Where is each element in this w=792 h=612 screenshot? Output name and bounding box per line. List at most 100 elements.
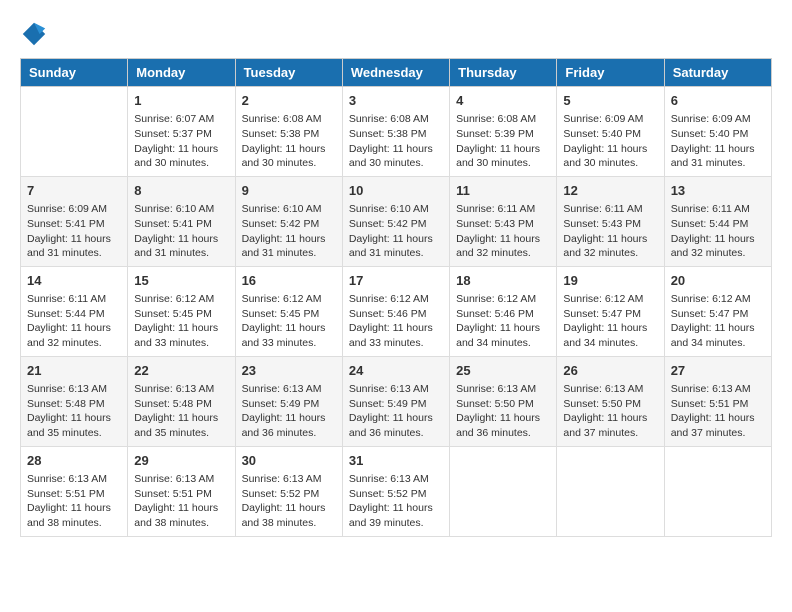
day-header-sunday: Sunday	[21, 59, 128, 87]
day-cell: 30Sunrise: 6:13 AM Sunset: 5:52 PM Dayli…	[235, 446, 342, 536]
day-number: 4	[456, 92, 550, 110]
calendar-body: 1 Sunrise: 6:07 AM Sunset: 5:37 PM Daylig…	[21, 87, 772, 537]
calendar-table: SundayMondayTuesdayWednesdayThursdayFrid…	[20, 58, 772, 537]
day-cell: 20 Sunrise: 6:12 AM Sunset: 5:47 PM Dayli…	[664, 266, 771, 356]
day-cell	[557, 446, 664, 536]
day-info: Sunrise: 6:10 AM Sunset: 5:42 PM Dayligh…	[349, 202, 443, 261]
day-cell: 9Sunrise: 6:10 AM Sunset: 5:42 PM Daylig…	[235, 176, 342, 266]
day-number: 28	[27, 452, 121, 470]
day-info: Sunrise: 6:11 AM Sunset: 5:44 PM Dayligh…	[27, 292, 121, 351]
day-number: 7	[27, 182, 121, 200]
day-info: Sunrise: 6:10 AM Sunset: 5:42 PM Dayligh…	[242, 202, 336, 261]
header-row: SundayMondayTuesdayWednesdayThursdayFrid…	[21, 59, 772, 87]
day-info: Sunrise: 6:08 AM Sunset: 5:39 PM Dayligh…	[456, 112, 550, 171]
day-number: 2	[242, 92, 336, 110]
day-cell: 15 Sunrise: 6:12 AM Sunset: 5:45 PM Dayli…	[128, 266, 235, 356]
day-number: 27	[671, 362, 765, 380]
day-number: 25	[456, 362, 550, 380]
day-number: 20	[671, 272, 765, 290]
day-number: 29	[134, 452, 228, 470]
day-number: 1	[134, 92, 228, 110]
day-cell: 26 Sunrise: 6:13 AM Sunset: 5:50 PM Dayli…	[557, 356, 664, 446]
week-row-1: 1 Sunrise: 6:07 AM Sunset: 5:37 PM Daylig…	[21, 87, 772, 177]
week-row-3: 14 Sunrise: 6:11 AM Sunset: 5:44 PM Dayli…	[21, 266, 772, 356]
day-cell: 14 Sunrise: 6:11 AM Sunset: 5:44 PM Dayli…	[21, 266, 128, 356]
day-number: 21	[27, 362, 121, 380]
day-info: Sunrise: 6:13 AM Sunset: 5:51 PM Dayligh…	[671, 382, 765, 441]
day-info: Sunrise: 6:13 AM Sunset: 5:49 PM Dayligh…	[242, 382, 336, 441]
day-cell: 5Sunrise: 6:09 AM Sunset: 5:40 PM Daylig…	[557, 87, 664, 177]
day-info: Sunrise: 6:13 AM Sunset: 5:51 PM Dayligh…	[27, 472, 121, 531]
day-header-thursday: Thursday	[450, 59, 557, 87]
day-number: 23	[242, 362, 336, 380]
day-cell: 2 Sunrise: 6:08 AM Sunset: 5:38 PM Daylig…	[235, 87, 342, 177]
day-info: Sunrise: 6:13 AM Sunset: 5:52 PM Dayligh…	[349, 472, 443, 531]
day-info: Sunrise: 6:13 AM Sunset: 5:52 PM Dayligh…	[242, 472, 336, 531]
day-number: 19	[563, 272, 657, 290]
day-info: Sunrise: 6:12 AM Sunset: 5:46 PM Dayligh…	[456, 292, 550, 351]
day-cell: 18 Sunrise: 6:12 AM Sunset: 5:46 PM Dayli…	[450, 266, 557, 356]
day-info: Sunrise: 6:13 AM Sunset: 5:51 PM Dayligh…	[134, 472, 228, 531]
calendar-header: SundayMondayTuesdayWednesdayThursdayFrid…	[21, 59, 772, 87]
day-info: Sunrise: 6:11 AM Sunset: 5:43 PM Dayligh…	[563, 202, 657, 261]
day-info: Sunrise: 6:10 AM Sunset: 5:41 PM Dayligh…	[134, 202, 228, 261]
day-number: 26	[563, 362, 657, 380]
day-cell: 19 Sunrise: 6:12 AM Sunset: 5:47 PM Dayli…	[557, 266, 664, 356]
day-cell: 28 Sunrise: 6:13 AM Sunset: 5:51 PM Dayli…	[21, 446, 128, 536]
day-cell: 16 Sunrise: 6:12 AM Sunset: 5:45 PM Dayli…	[235, 266, 342, 356]
day-cell	[664, 446, 771, 536]
day-info: Sunrise: 6:13 AM Sunset: 5:50 PM Dayligh…	[456, 382, 550, 441]
day-number: 18	[456, 272, 550, 290]
day-cell: 3Sunrise: 6:08 AM Sunset: 5:38 PM Daylig…	[342, 87, 449, 177]
day-info: Sunrise: 6:13 AM Sunset: 5:49 PM Dayligh…	[349, 382, 443, 441]
day-number: 3	[349, 92, 443, 110]
day-cell: 6Sunrise: 6:09 AM Sunset: 5:40 PM Daylig…	[664, 87, 771, 177]
day-info: Sunrise: 6:13 AM Sunset: 5:50 PM Dayligh…	[563, 382, 657, 441]
day-cell: 24 Sunrise: 6:13 AM Sunset: 5:49 PM Dayli…	[342, 356, 449, 446]
day-info: Sunrise: 6:11 AM Sunset: 5:44 PM Dayligh…	[671, 202, 765, 261]
day-number: 24	[349, 362, 443, 380]
day-cell: 13 Sunrise: 6:11 AM Sunset: 5:44 PM Dayli…	[664, 176, 771, 266]
day-cell: 25 Sunrise: 6:13 AM Sunset: 5:50 PM Dayli…	[450, 356, 557, 446]
day-info: Sunrise: 6:09 AM Sunset: 5:41 PM Dayligh…	[27, 202, 121, 261]
day-cell: 10 Sunrise: 6:10 AM Sunset: 5:42 PM Dayli…	[342, 176, 449, 266]
day-cell: 27 Sunrise: 6:13 AM Sunset: 5:51 PM Dayli…	[664, 356, 771, 446]
day-header-wednesday: Wednesday	[342, 59, 449, 87]
day-cell	[21, 87, 128, 177]
day-cell: 1 Sunrise: 6:07 AM Sunset: 5:37 PM Daylig…	[128, 87, 235, 177]
week-row-5: 28 Sunrise: 6:13 AM Sunset: 5:51 PM Dayli…	[21, 446, 772, 536]
day-info: Sunrise: 6:12 AM Sunset: 5:45 PM Dayligh…	[242, 292, 336, 351]
day-number: 17	[349, 272, 443, 290]
day-number: 16	[242, 272, 336, 290]
day-cell: 7 Sunrise: 6:09 AM Sunset: 5:41 PM Daylig…	[21, 176, 128, 266]
week-row-2: 7 Sunrise: 6:09 AM Sunset: 5:41 PM Daylig…	[21, 176, 772, 266]
day-info: Sunrise: 6:12 AM Sunset: 5:47 PM Dayligh…	[671, 292, 765, 351]
day-cell: 11Sunrise: 6:11 AM Sunset: 5:43 PM Dayli…	[450, 176, 557, 266]
day-info: Sunrise: 6:09 AM Sunset: 5:40 PM Dayligh…	[671, 112, 765, 171]
day-cell: 17Sunrise: 6:12 AM Sunset: 5:46 PM Dayli…	[342, 266, 449, 356]
day-header-saturday: Saturday	[664, 59, 771, 87]
day-number: 14	[27, 272, 121, 290]
day-number: 13	[671, 182, 765, 200]
day-info: Sunrise: 6:09 AM Sunset: 5:40 PM Dayligh…	[563, 112, 657, 171]
day-number: 8	[134, 182, 228, 200]
day-header-friday: Friday	[557, 59, 664, 87]
day-cell: 23 Sunrise: 6:13 AM Sunset: 5:49 PM Dayli…	[235, 356, 342, 446]
day-cell: 8 Sunrise: 6:10 AM Sunset: 5:41 PM Daylig…	[128, 176, 235, 266]
day-number: 12	[563, 182, 657, 200]
logo-icon	[20, 20, 48, 48]
day-cell: 22Sunrise: 6:13 AM Sunset: 5:48 PM Dayli…	[128, 356, 235, 446]
day-cell: 4 Sunrise: 6:08 AM Sunset: 5:39 PM Daylig…	[450, 87, 557, 177]
day-info: Sunrise: 6:08 AM Sunset: 5:38 PM Dayligh…	[242, 112, 336, 171]
day-cell: 21Sunrise: 6:13 AM Sunset: 5:48 PM Dayli…	[21, 356, 128, 446]
day-number: 10	[349, 182, 443, 200]
day-cell: 31 Sunrise: 6:13 AM Sunset: 5:52 PM Dayli…	[342, 446, 449, 536]
day-info: Sunrise: 6:07 AM Sunset: 5:37 PM Dayligh…	[134, 112, 228, 171]
day-info: Sunrise: 6:12 AM Sunset: 5:45 PM Dayligh…	[134, 292, 228, 351]
day-info: Sunrise: 6:12 AM Sunset: 5:47 PM Dayligh…	[563, 292, 657, 351]
day-header-monday: Monday	[128, 59, 235, 87]
day-info: Sunrise: 6:13 AM Sunset: 5:48 PM Dayligh…	[134, 382, 228, 441]
day-number: 31	[349, 452, 443, 470]
week-row-4: 21 Sunrise: 6:13 AM Sunset: 5:48 PM Dayli…	[21, 356, 772, 446]
day-number: 15	[134, 272, 228, 290]
